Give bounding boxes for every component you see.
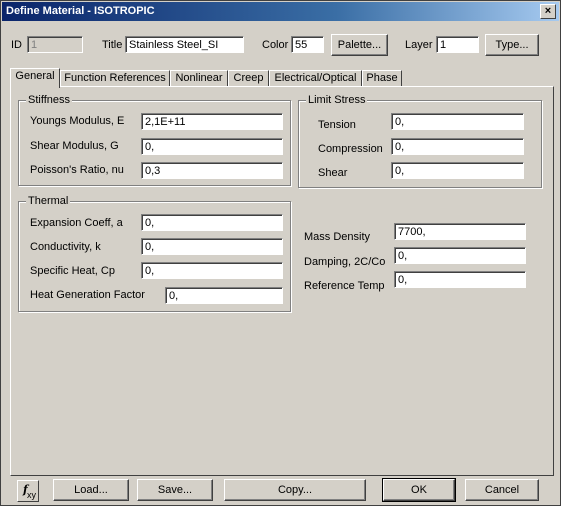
load-button[interactable]: Load... xyxy=(53,479,129,501)
expansion-coeff-field[interactable]: 0, xyxy=(141,214,283,231)
title-label: Title xyxy=(102,39,123,51)
heat-generation-label: Heat Generation Factor xyxy=(30,289,145,301)
conductivity-label: Conductivity, k xyxy=(30,241,101,253)
compression-field[interactable]: 0, xyxy=(391,138,524,155)
specific-heat-field[interactable]: 0, xyxy=(141,262,283,279)
tab-general[interactable]: General xyxy=(10,68,60,88)
title-field[interactable]: Stainless Steel_SI xyxy=(125,36,244,53)
color-label: Color xyxy=(262,39,289,51)
id-label: ID xyxy=(11,39,22,51)
fxy-subscript: xy xyxy=(27,490,36,500)
fxy-function-icon[interactable]: f xy xyxy=(17,480,39,502)
palette-button[interactable]: Palette... xyxy=(331,34,388,56)
reference-temp-label: Reference Temp xyxy=(304,280,385,292)
layer-label: Layer xyxy=(405,39,433,51)
compression-label: Compression xyxy=(318,143,383,155)
heat-generation-field[interactable]: 0, xyxy=(165,287,283,304)
color-field[interactable]: 55 xyxy=(291,36,324,53)
tab-electrical-optical[interactable]: Electrical/Optical xyxy=(269,70,362,87)
poissons-ratio-label: Poisson's Ratio, nu xyxy=(30,164,124,176)
shear-stress-field[interactable]: 0, xyxy=(391,162,524,179)
copy-button[interactable]: Copy... xyxy=(224,479,366,501)
expansion-coeff-label: Expansion Coeff, a xyxy=(30,217,123,229)
damping-field[interactable]: 0, xyxy=(394,247,526,264)
ok-button[interactable]: OK xyxy=(382,478,456,502)
id-field[interactable]: 1 xyxy=(27,36,83,53)
tab-function-references[interactable]: Function References xyxy=(60,70,170,87)
poissons-ratio-field[interactable]: 0,3 xyxy=(141,162,283,179)
type-button[interactable]: Type... xyxy=(485,34,539,56)
close-button[interactable]: × xyxy=(540,4,556,19)
tension-label: Tension xyxy=(318,119,356,131)
tab-creep[interactable]: Creep xyxy=(228,70,269,87)
reference-temp-field[interactable]: 0, xyxy=(394,271,526,288)
mass-density-label: Mass Density xyxy=(304,231,371,243)
shear-stress-label: Shear xyxy=(318,167,348,179)
youngs-modulus-label: Youngs Modulus, E xyxy=(30,115,125,127)
window-title: Define Material - ISOTROPIC xyxy=(6,5,155,17)
define-material-dialog: Define Material - ISOTROPIC × ID 1 Title… xyxy=(0,0,561,506)
youngs-modulus-field[interactable]: 2,1E+11 xyxy=(141,113,283,130)
stiffness-group-title: Stiffness xyxy=(26,94,72,106)
cancel-button[interactable]: Cancel xyxy=(465,479,539,501)
damping-label: Damping, 2C/Co xyxy=(304,256,386,268)
conductivity-field[interactable]: 0, xyxy=(141,238,283,255)
title-bar: Define Material - ISOTROPIC × xyxy=(2,2,559,21)
tab-phase[interactable]: Phase xyxy=(362,70,402,87)
shear-modulus-field[interactable]: 0, xyxy=(141,138,283,155)
limit-stress-group-title: Limit Stress xyxy=(306,94,368,106)
layer-field[interactable]: 1 xyxy=(436,36,479,53)
specific-heat-label: Specific Heat, Cp xyxy=(30,265,115,277)
tab-nonlinear[interactable]: Nonlinear xyxy=(170,70,228,87)
mass-density-field[interactable]: 7700, xyxy=(394,223,526,240)
shear-modulus-label: Shear Modulus, G xyxy=(30,140,119,152)
save-button[interactable]: Save... xyxy=(137,479,213,501)
tension-field[interactable]: 0, xyxy=(391,113,524,130)
thermal-group-title: Thermal xyxy=(26,195,71,207)
